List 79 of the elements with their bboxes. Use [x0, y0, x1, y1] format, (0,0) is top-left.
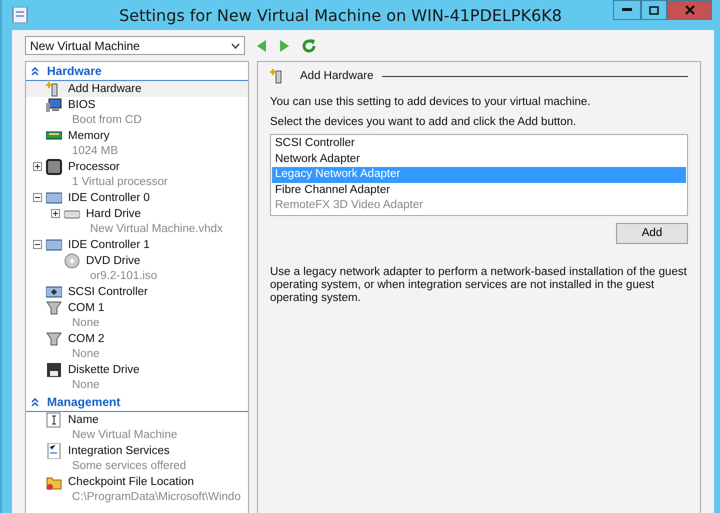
window-title: Settings for New Virtual Machine on WIN-41PDELPK6K8	[118, 6, 563, 24]
vm-dropdown[interactable]: New Virtual Machine	[25, 36, 245, 55]
collapse-toggle[interactable]	[33, 193, 42, 202]
intro-text: You can use this setting to add devices to your virtual machine.	[270, 96, 592, 109]
tree-item[interactable]: IDE Controller 0	[26, 190, 248, 206]
tree-item[interactable]: Name New Virtual Machine	[26, 412, 248, 443]
tree-item[interactable]: Diskette Drive None	[26, 362, 248, 393]
minus-icon	[35, 194, 40, 201]
item-label: IDE Controller 1	[68, 239, 150, 251]
caret-icon	[231, 42, 240, 48]
item-detail: C:\ProgramData\Microsoft\Windo	[71, 490, 241, 505]
expand-toggle[interactable]	[51, 209, 60, 218]
tree-item[interactable]: BIOS Boot from CD	[26, 97, 248, 128]
section-header[interactable]: Management	[26, 393, 248, 412]
item-detail: New Virtual Machine.vhdx	[89, 222, 223, 237]
controller-card-icon	[46, 190, 62, 206]
collapse-chevron-icon	[31, 398, 39, 406]
tree-item[interactable]: Processor 1 Virtual processor	[26, 159, 248, 190]
item-detail: or9.2-101.iso	[89, 269, 158, 284]
item-label: Checkpoint File Location	[68, 476, 194, 488]
item-label: Hard Drive	[86, 208, 141, 220]
prompt-text: Select the devices you want to add and click the Add button.	[270, 116, 578, 129]
item-detail: 1024 MB	[71, 144, 118, 159]
collapse-chevron-icon	[31, 67, 39, 75]
minimize-button[interactable]	[613, 0, 641, 20]
item-label: Processor	[68, 161, 120, 173]
tree-item[interactable]: Hard Drive New Virtual Machine.vhdx	[26, 206, 248, 237]
tree-item[interactable]: Memory 1024 MB	[26, 128, 248, 159]
item-label: COM 2	[68, 333, 104, 345]
tree-item[interactable]: COM 1 None	[26, 300, 248, 331]
item-label: BIOS	[68, 99, 96, 111]
plus-icon	[35, 163, 40, 170]
minimize-icon	[622, 8, 632, 12]
expand-toggle[interactable]	[33, 162, 42, 171]
item-label: COM 1	[68, 302, 104, 314]
item-label: Name	[68, 414, 99, 426]
minus-icon	[35, 241, 40, 248]
controller-card-icon	[46, 284, 62, 300]
tree-item[interactable]: IDE Controller 1	[26, 237, 248, 253]
tree-item[interactable]: Checkpoint File Location C:\ProgramData\Microsoft\Windo	[26, 474, 248, 505]
item-detail: None	[71, 316, 100, 331]
device-item[interactable]: Fibre Channel Adapter	[272, 182, 686, 198]
item-label: Memory	[68, 130, 110, 142]
item-label: Integration Services	[68, 445, 170, 457]
item-label: Diskette Drive	[68, 364, 140, 376]
settings-app-icon	[12, 7, 28, 23]
item-label: SCSI Controller	[68, 286, 148, 298]
item-detail: Some services offered	[71, 459, 186, 474]
item-detail: None	[71, 347, 100, 362]
tree-item[interactable]: SCSI Controller	[26, 284, 248, 300]
item-label: Add Hardware	[68, 83, 142, 95]
item-detail: Boot from CD	[71, 113, 142, 128]
maximize-icon	[649, 6, 659, 14]
tree-item[interactable]: DVD Drive or9.2-101.iso	[26, 253, 248, 284]
description-text: Use a legacy network adapter to perform a network-based installation of the guest operating system, or when integration services are not installed in the guest operating system.	[270, 266, 688, 304]
device-item[interactable]: SCSI Controller	[272, 136, 686, 152]
close-button[interactable]	[667, 0, 712, 20]
maximize-button[interactable]	[641, 0, 667, 20]
checklist-icon	[46, 443, 62, 459]
panel-title: Add Hardware	[300, 70, 374, 82]
tree-item[interactable]: Integration Services Some services offered	[26, 443, 248, 474]
processor-icon	[46, 159, 62, 175]
controller-card-icon	[46, 237, 62, 253]
item-label: DVD Drive	[86, 255, 140, 267]
item-detail: 1 Virtual processor	[71, 175, 168, 190]
item-detail: New Virtual Machine	[71, 428, 178, 443]
refresh-icon[interactable]	[301, 38, 317, 54]
computer-icon	[46, 97, 62, 113]
collapse-toggle[interactable]	[33, 240, 42, 249]
text-cursor-icon	[46, 412, 62, 428]
tree-item[interactable]: Add Hardware	[26, 81, 248, 97]
tree-item[interactable]: COM 2 None	[26, 331, 248, 362]
plus-icon	[53, 210, 58, 217]
add-button[interactable]: Add	[616, 222, 688, 244]
disc-icon	[64, 253, 80, 269]
item-detail: None	[71, 378, 100, 393]
device-item[interactable]: Network Adapter	[272, 152, 686, 167]
close-icon	[684, 5, 694, 15]
item-label: IDE Controller 0	[68, 192, 150, 204]
